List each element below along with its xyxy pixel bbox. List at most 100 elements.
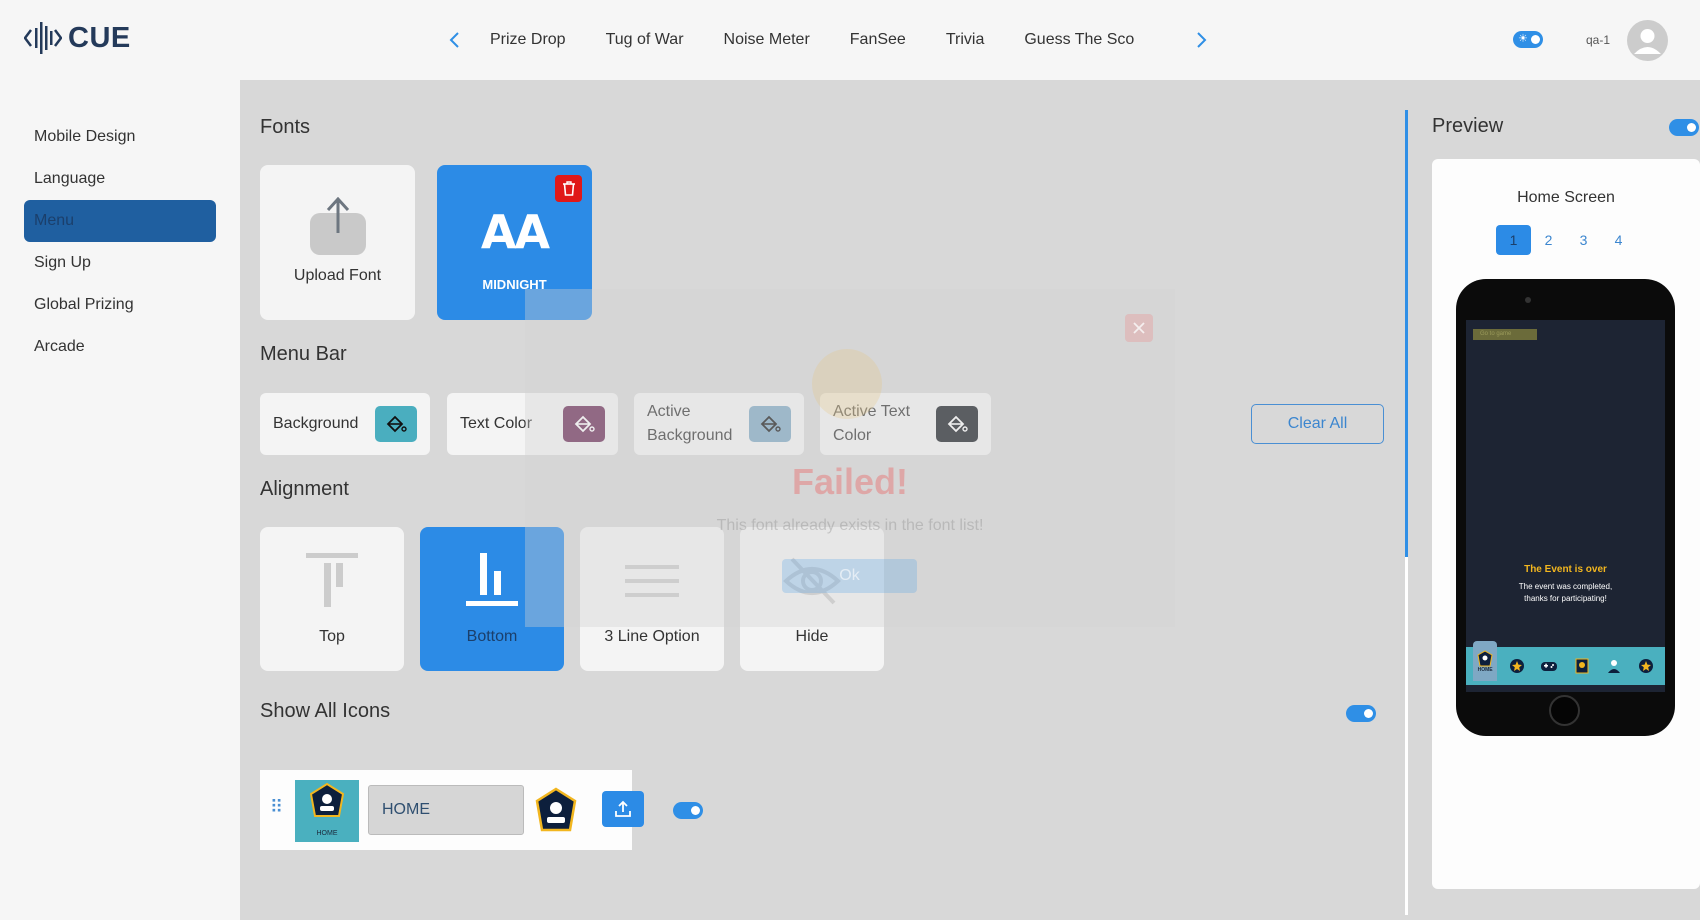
phone-nav-item[interactable] bbox=[1537, 654, 1561, 678]
background-color-swatch[interactable] bbox=[375, 406, 417, 442]
align-top-icon-wrap bbox=[260, 551, 404, 611]
alignment-option-top[interactable]: Top bbox=[260, 527, 404, 671]
page-button-4[interactable]: 4 bbox=[1601, 225, 1636, 255]
chevron-right-icon bbox=[1197, 32, 1207, 48]
logo-text: CUE bbox=[68, 21, 131, 54]
soundwave-logo-icon bbox=[24, 22, 62, 54]
preview-toggle[interactable] bbox=[1669, 119, 1699, 136]
alignment-label: 3 Line Option bbox=[604, 628, 700, 645]
delete-font-button[interactable] bbox=[555, 175, 582, 202]
cue-logo[interactable]: CUE bbox=[24, 20, 131, 56]
menu-icon-row: ⠿ HOME bbox=[260, 770, 644, 850]
color-card-background[interactable]: Background bbox=[260, 393, 430, 455]
modal-ok-button[interactable]: Ok bbox=[782, 559, 917, 593]
color-label-line1: Text Color bbox=[460, 415, 533, 432]
preview-title: Preview bbox=[1432, 115, 1504, 137]
top-header: CUE Prize Drop Tug of War Noise Meter Fa… bbox=[0, 0, 1700, 80]
phone-menu-bar: HOME bbox=[1466, 641, 1665, 685]
sidebar-item-menu[interactable]: Menu bbox=[24, 200, 216, 242]
error-modal: Failed! This font already exists in the … bbox=[525, 289, 1175, 627]
nav-item-tug-of-war[interactable]: Tug of War bbox=[586, 23, 704, 57]
alignment-section-title: Alignment bbox=[260, 478, 349, 500]
preview-card: Home Screen 1 2 3 4 Go to game The Event… bbox=[1432, 159, 1700, 889]
sidebar-item-label: Menu bbox=[34, 212, 75, 229]
phone-screen: Go to game The Event is over The event w… bbox=[1466, 320, 1665, 692]
trophy-card-icon bbox=[1575, 658, 1589, 674]
upload-font-card[interactable]: Upload Font bbox=[260, 165, 415, 320]
show-all-icons-title: Show All Icons bbox=[260, 700, 391, 722]
preview-screen-name: Home Screen bbox=[1517, 189, 1615, 206]
nav-prev-button[interactable] bbox=[440, 22, 470, 58]
nav-item-prize-drop[interactable]: Prize Drop bbox=[470, 23, 586, 57]
modal-message: This font already exists in the font lis… bbox=[716, 517, 984, 534]
sidebar-item-label: Arcade bbox=[34, 338, 85, 355]
phone-mockup: Go to game The Event is over The event w… bbox=[1456, 279, 1675, 736]
menu-icon-toggle[interactable] bbox=[673, 802, 703, 819]
error-gear-icon bbox=[812, 349, 882, 419]
toggle-knob bbox=[691, 806, 700, 815]
menu-icon-label-input[interactable] bbox=[368, 785, 524, 835]
toggle-knob bbox=[1531, 35, 1540, 44]
page-button-1[interactable]: 1 bbox=[1496, 225, 1531, 255]
modal-close-button[interactable] bbox=[1125, 314, 1153, 342]
upload-cloud-icon bbox=[310, 197, 366, 255]
go-to-game-button[interactable]: Go to game bbox=[1473, 329, 1537, 340]
profile-icon bbox=[1607, 660, 1620, 673]
home-badge-icon bbox=[309, 782, 345, 817]
phone-home-button bbox=[1549, 695, 1580, 726]
paint-bucket-icon bbox=[386, 415, 407, 433]
sidebar-item-label: Global Prizing bbox=[34, 296, 134, 313]
sidebar-item-sign-up[interactable]: Sign Up bbox=[24, 242, 216, 284]
menu-icon-thumbnail: HOME bbox=[295, 780, 359, 842]
event-over-text: The event was completed, thanks for part… bbox=[1466, 581, 1665, 605]
user-icon bbox=[1634, 29, 1661, 54]
game-nav: Prize Drop Tug of War Noise Meter FanSee… bbox=[440, 22, 1216, 58]
toggle-knob bbox=[1364, 709, 1373, 718]
gamepad-icon bbox=[1541, 662, 1558, 671]
page-button-2[interactable]: 2 bbox=[1531, 225, 1566, 255]
nav-next-button[interactable] bbox=[1186, 22, 1216, 58]
theme-toggle[interactable]: ☀ bbox=[1513, 31, 1543, 48]
chevron-left-icon bbox=[449, 32, 459, 48]
scrollbar-thumb[interactable] bbox=[1405, 110, 1408, 557]
align-top-icon bbox=[306, 553, 358, 607]
color-label-line1: Background bbox=[273, 415, 359, 432]
phone-nav-item[interactable] bbox=[1602, 654, 1626, 678]
sidebar-item-arcade[interactable]: Arcade bbox=[24, 326, 216, 368]
phone-nav-item[interactable] bbox=[1505, 654, 1529, 678]
page-button-3[interactable]: 3 bbox=[1566, 225, 1601, 255]
alignment-label: Bottom bbox=[466, 628, 518, 645]
sidebar-item-label: Language bbox=[34, 170, 106, 187]
drag-handle-icon[interactable]: ⠿ bbox=[270, 798, 283, 816]
nav-item-noise-meter[interactable]: Noise Meter bbox=[704, 23, 830, 57]
preview-pager: 1 2 3 4 bbox=[1496, 225, 1636, 255]
star-badge-icon bbox=[1510, 659, 1525, 673]
clear-all-button[interactable]: Clear All bbox=[1251, 404, 1384, 444]
alignment-label: Hide bbox=[795, 628, 829, 645]
close-icon bbox=[1133, 322, 1145, 334]
upload-icon bbox=[615, 800, 631, 817]
menu-icon-caption: HOME bbox=[316, 830, 338, 837]
nav-item-fansee[interactable]: FanSee bbox=[830, 23, 926, 57]
color-card-label: Background bbox=[273, 412, 358, 436]
font-preview-text: AA bbox=[480, 205, 550, 259]
nav-item-trivia[interactable]: Trivia bbox=[926, 23, 1005, 57]
phone-nav-home[interactable]: HOME bbox=[1473, 641, 1498, 681]
phone-nav-item[interactable] bbox=[1570, 654, 1594, 678]
sidebar: Mobile Design Language Menu Sign Up Glob… bbox=[0, 80, 240, 920]
event-over-title: The Event is over bbox=[1524, 564, 1607, 575]
user-name: qa-1 bbox=[1586, 33, 1611, 47]
sidebar-item-mobile-design[interactable]: Mobile Design bbox=[24, 116, 216, 158]
sidebar-item-label: Mobile Design bbox=[34, 128, 136, 145]
toggle-knob bbox=[1687, 123, 1696, 132]
user-avatar[interactable] bbox=[1627, 20, 1668, 61]
sidebar-item-global-prizing[interactable]: Global Prizing bbox=[24, 284, 216, 326]
nav-items: Prize Drop Tug of War Noise Meter FanSee… bbox=[470, 23, 1186, 57]
show-all-icons-toggle[interactable] bbox=[1346, 705, 1376, 722]
modal-title: Failed! bbox=[791, 461, 908, 502]
nav-item-guess-the-score[interactable]: Guess The Sco bbox=[1004, 23, 1154, 57]
phone-nav-item[interactable] bbox=[1634, 654, 1658, 678]
sidebar-item-language[interactable]: Language bbox=[24, 158, 216, 200]
color-card-label: Text Color bbox=[460, 412, 532, 436]
upload-icon-button[interactable] bbox=[602, 791, 644, 827]
